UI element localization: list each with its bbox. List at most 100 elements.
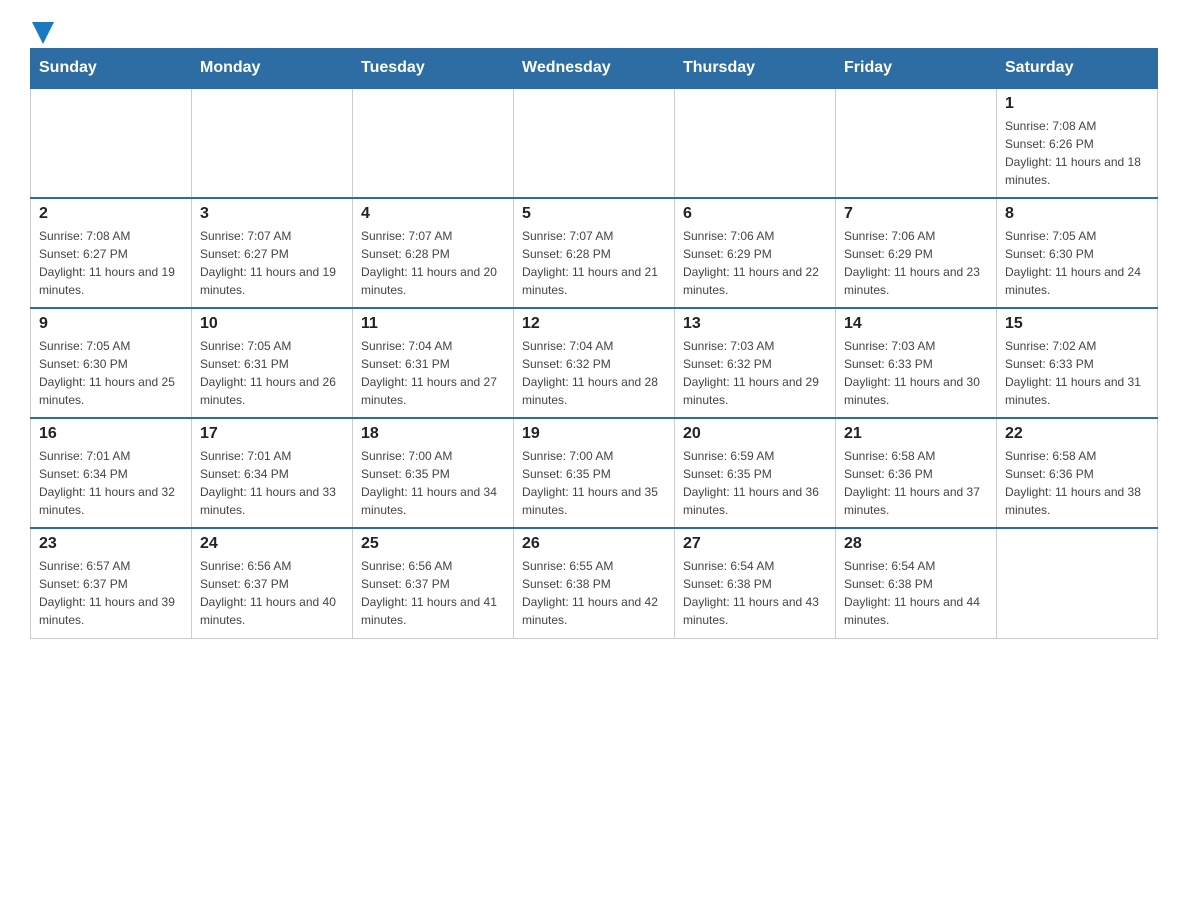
day-info: Sunrise: 6:58 AMSunset: 6:36 PMDaylight:… — [844, 447, 988, 519]
calendar-cell — [31, 88, 192, 198]
day-number: 13 — [683, 315, 827, 333]
day-info: Sunrise: 6:54 AMSunset: 6:38 PMDaylight:… — [844, 557, 988, 629]
day-info: Sunrise: 6:56 AMSunset: 6:37 PMDaylight:… — [200, 557, 344, 629]
day-number: 28 — [844, 535, 988, 553]
calendar-cell: 1 Sunrise: 7:08 AMSunset: 6:26 PMDaylight… — [997, 88, 1158, 198]
day-info: Sunrise: 7:01 AMSunset: 6:34 PMDaylight:… — [200, 447, 344, 519]
calendar-cell: 13 Sunrise: 7:03 AMSunset: 6:32 PMDayligh… — [675, 308, 836, 418]
week-row-4: 16 Sunrise: 7:01 AMSunset: 6:34 PMDayligh… — [31, 418, 1158, 528]
calendar-cell: 10 Sunrise: 7:05 AMSunset: 6:31 PMDayligh… — [192, 308, 353, 418]
day-info: Sunrise: 7:03 AMSunset: 6:32 PMDaylight:… — [683, 337, 827, 409]
day-number: 23 — [39, 535, 183, 553]
day-info: Sunrise: 7:05 AMSunset: 6:30 PMDaylight:… — [39, 337, 183, 409]
calendar-cell: 24 Sunrise: 6:56 AMSunset: 6:37 PMDayligh… — [192, 528, 353, 638]
week-row-3: 9 Sunrise: 7:05 AMSunset: 6:30 PMDaylight… — [31, 308, 1158, 418]
day-number: 17 — [200, 425, 344, 443]
day-info: Sunrise: 7:05 AMSunset: 6:30 PMDaylight:… — [1005, 227, 1149, 299]
week-row-1: 1 Sunrise: 7:08 AMSunset: 6:26 PMDaylight… — [31, 88, 1158, 198]
day-number: 1 — [1005, 95, 1149, 113]
calendar-cell: 15 Sunrise: 7:02 AMSunset: 6:33 PMDayligh… — [997, 308, 1158, 418]
calendar-cell — [514, 88, 675, 198]
day-info: Sunrise: 7:07 AMSunset: 6:28 PMDaylight:… — [522, 227, 666, 299]
page-header — [30, 20, 1158, 38]
day-info: Sunrise: 7:06 AMSunset: 6:29 PMDaylight:… — [844, 227, 988, 299]
day-number: 4 — [361, 205, 505, 223]
day-info: Sunrise: 7:07 AMSunset: 6:28 PMDaylight:… — [361, 227, 505, 299]
calendar-cell: 3Sunrise: 7:07 AMSunset: 6:27 PMDaylight… — [192, 198, 353, 308]
day-number: 25 — [361, 535, 505, 553]
day-info: Sunrise: 7:04 AMSunset: 6:32 PMDaylight:… — [522, 337, 666, 409]
calendar-cell: 23 Sunrise: 6:57 AMSunset: 6:37 PMDayligh… — [31, 528, 192, 638]
day-info: Sunrise: 7:00 AMSunset: 6:35 PMDaylight:… — [361, 447, 505, 519]
day-info: Sunrise: 6:55 AMSunset: 6:38 PMDaylight:… — [522, 557, 666, 629]
calendar-cell: 18 Sunrise: 7:00 AMSunset: 6:35 PMDayligh… — [353, 418, 514, 528]
day-info: Sunrise: 6:57 AMSunset: 6:37 PMDaylight:… — [39, 557, 183, 629]
weekday-header-friday: Friday — [836, 49, 997, 89]
calendar-cell: 7 Sunrise: 7:06 AMSunset: 6:29 PMDaylight… — [836, 198, 997, 308]
day-number: 18 — [361, 425, 505, 443]
weekday-header-thursday: Thursday — [675, 49, 836, 89]
calendar-cell: 25 Sunrise: 6:56 AMSunset: 6:37 PMDayligh… — [353, 528, 514, 638]
day-info: Sunrise: 7:05 AMSunset: 6:31 PMDaylight:… — [200, 337, 344, 409]
day-info: Sunrise: 6:58 AMSunset: 6:36 PMDaylight:… — [1005, 447, 1149, 519]
day-number: 24 — [200, 535, 344, 553]
calendar-cell: 11 Sunrise: 7:04 AMSunset: 6:31 PMDayligh… — [353, 308, 514, 418]
calendar-cell: 20 Sunrise: 6:59 AMSunset: 6:35 PMDayligh… — [675, 418, 836, 528]
day-number: 5 — [522, 205, 666, 223]
calendar-cell: 6Sunrise: 7:06 AMSunset: 6:29 PMDaylight… — [675, 198, 836, 308]
day-number: 20 — [683, 425, 827, 443]
calendar-cell — [836, 88, 997, 198]
day-info: Sunrise: 7:08 AMSunset: 6:27 PMDaylight:… — [39, 227, 183, 299]
calendar-cell: 16 Sunrise: 7:01 AMSunset: 6:34 PMDayligh… — [31, 418, 192, 528]
calendar-cell — [353, 88, 514, 198]
day-number: 7 — [844, 205, 988, 223]
day-info: Sunrise: 6:59 AMSunset: 6:35 PMDaylight:… — [683, 447, 827, 519]
calendar-cell: 17 Sunrise: 7:01 AMSunset: 6:34 PMDayligh… — [192, 418, 353, 528]
week-row-2: 2 Sunrise: 7:08 AMSunset: 6:27 PMDaylight… — [31, 198, 1158, 308]
calendar-cell: 4 Sunrise: 7:07 AMSunset: 6:28 PMDaylight… — [353, 198, 514, 308]
day-number: 19 — [522, 425, 666, 443]
weekday-header-monday: Monday — [192, 49, 353, 89]
weekday-header-saturday: Saturday — [997, 49, 1158, 89]
day-number: 14 — [844, 315, 988, 333]
calendar-cell: 27Sunrise: 6:54 AMSunset: 6:38 PMDayligh… — [675, 528, 836, 638]
calendar-cell: 9 Sunrise: 7:05 AMSunset: 6:30 PMDaylight… — [31, 308, 192, 418]
calendar-cell: 19Sunrise: 7:00 AMSunset: 6:35 PMDayligh… — [514, 418, 675, 528]
weekday-header-tuesday: Tuesday — [353, 49, 514, 89]
day-info: Sunrise: 7:08 AMSunset: 6:26 PMDaylight:… — [1005, 117, 1149, 189]
day-number: 16 — [39, 425, 183, 443]
calendar-cell: 28 Sunrise: 6:54 AMSunset: 6:38 PMDayligh… — [836, 528, 997, 638]
day-number: 15 — [1005, 315, 1149, 333]
weekday-header-sunday: Sunday — [31, 49, 192, 89]
day-info: Sunrise: 7:07 AMSunset: 6:27 PMDaylight:… — [200, 227, 344, 299]
day-info: Sunrise: 7:01 AMSunset: 6:34 PMDaylight:… — [39, 447, 183, 519]
week-row-5: 23 Sunrise: 6:57 AMSunset: 6:37 PMDayligh… — [31, 528, 1158, 638]
day-info: Sunrise: 6:56 AMSunset: 6:37 PMDaylight:… — [361, 557, 505, 629]
day-number: 9 — [39, 315, 183, 333]
day-number: 10 — [200, 315, 344, 333]
day-number: 26 — [522, 535, 666, 553]
day-info: Sunrise: 7:03 AMSunset: 6:33 PMDaylight:… — [844, 337, 988, 409]
calendar-table: SundayMondayTuesdayWednesdayThursdayFrid… — [30, 48, 1158, 639]
day-number: 22 — [1005, 425, 1149, 443]
calendar-cell — [675, 88, 836, 198]
logo — [30, 20, 54, 38]
day-number: 8 — [1005, 205, 1149, 223]
calendar-cell — [192, 88, 353, 198]
day-info: Sunrise: 7:06 AMSunset: 6:29 PMDaylight:… — [683, 227, 827, 299]
calendar-cell: 5 Sunrise: 7:07 AMSunset: 6:28 PMDaylight… — [514, 198, 675, 308]
calendar-cell: 8 Sunrise: 7:05 AMSunset: 6:30 PMDaylight… — [997, 198, 1158, 308]
day-number: 2 — [39, 205, 183, 223]
day-number: 27 — [683, 535, 827, 553]
day-info: Sunrise: 7:04 AMSunset: 6:31 PMDaylight:… — [361, 337, 505, 409]
weekday-header-wednesday: Wednesday — [514, 49, 675, 89]
calendar-cell: 12Sunrise: 7:04 AMSunset: 6:32 PMDayligh… — [514, 308, 675, 418]
calendar-cell: 26 Sunrise: 6:55 AMSunset: 6:38 PMDayligh… — [514, 528, 675, 638]
day-number: 11 — [361, 315, 505, 333]
day-info: Sunrise: 7:02 AMSunset: 6:33 PMDaylight:… — [1005, 337, 1149, 409]
calendar-cell: 2 Sunrise: 7:08 AMSunset: 6:27 PMDaylight… — [31, 198, 192, 308]
calendar-cell: 14 Sunrise: 7:03 AMSunset: 6:33 PMDayligh… — [836, 308, 997, 418]
calendar-cell: 21 Sunrise: 6:58 AMSunset: 6:36 PMDayligh… — [836, 418, 997, 528]
day-number: 21 — [844, 425, 988, 443]
logo-triangle-icon — [32, 22, 54, 44]
